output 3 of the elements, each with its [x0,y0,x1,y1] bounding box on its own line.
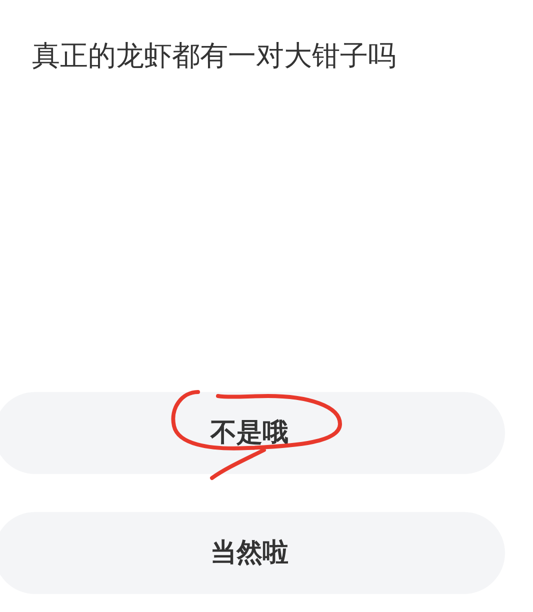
answer-button[interactable]: 不是哦 [0,392,505,474]
answer-button[interactable]: 当然啦 [0,512,505,594]
question-text: 真正的龙虾都有一对大钳子吗 [32,38,396,74]
